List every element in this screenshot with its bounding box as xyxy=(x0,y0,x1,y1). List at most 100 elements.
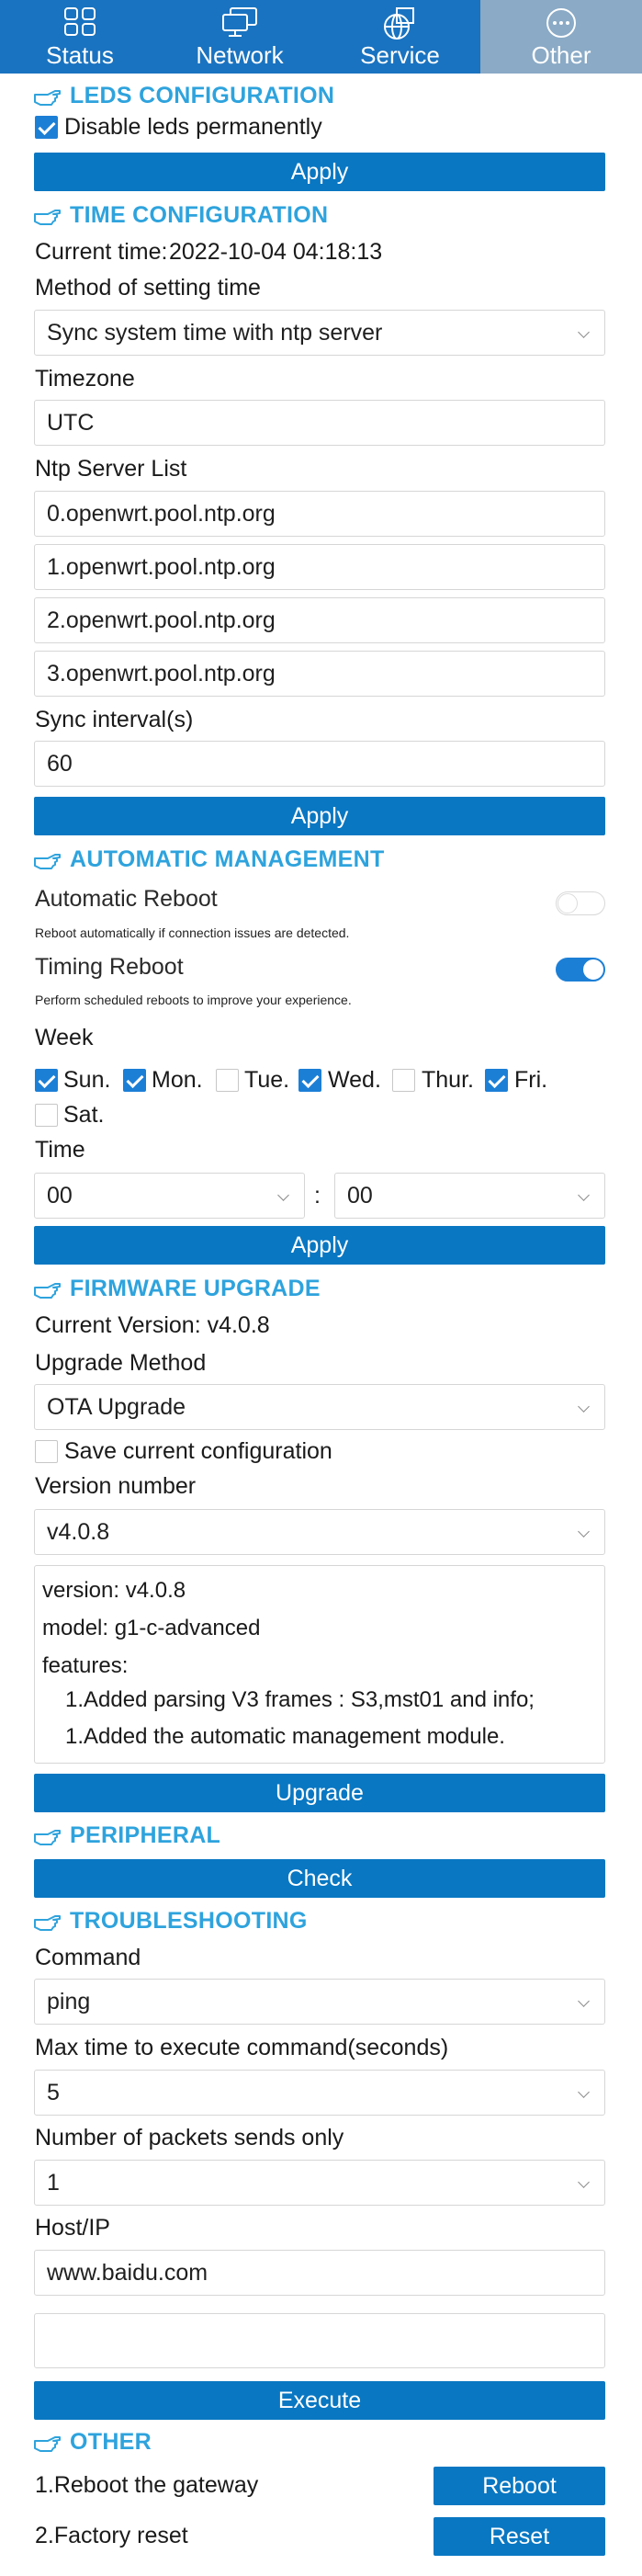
save-config-label: Save current configuration xyxy=(64,1438,332,1464)
max-time-select[interactable]: 5 xyxy=(34,2070,605,2116)
peripheral-check-button[interactable]: Check xyxy=(34,1859,605,1898)
packets-label: Number of packets sends only xyxy=(35,2125,344,2150)
nav-tab-label: Other xyxy=(531,41,591,69)
section-title: FIRMWARE UPGRADE xyxy=(70,1275,321,1301)
packets-select[interactable]: 1 xyxy=(34,2160,605,2206)
day-checkbox-thur[interactable] xyxy=(392,1069,415,1092)
disable-leds-label: Disable leds permanently xyxy=(64,114,322,140)
command-output-box[interactable] xyxy=(34,2313,605,2368)
day-checkbox-sat[interactable] xyxy=(35,1104,58,1127)
current-time-value: 2022-10-04 04:18:13 xyxy=(169,239,383,265)
day-checkbox-wed[interactable] xyxy=(298,1069,321,1092)
ntp-server-list-label: Ntp Server List xyxy=(35,456,187,482)
nav-tab-network[interactable]: Network xyxy=(160,0,320,74)
ntp-server-input-1[interactable]: 1.openwrt.pool.ntp.org xyxy=(34,544,605,590)
time-label: Time xyxy=(35,1137,85,1163)
version-number-label: Version number xyxy=(35,1473,197,1499)
day-label-thur: Thur. xyxy=(422,1067,474,1093)
timing-reboot-label: Timing Reboot xyxy=(35,954,184,980)
ntp-server-input-3[interactable]: 3.openwrt.pool.ntp.org xyxy=(34,651,605,697)
host-ip-input[interactable]: www.baidu.com xyxy=(34,2250,605,2296)
troubleshooting-section-header: TROUBLESHOOTING xyxy=(33,1905,308,1936)
leds-apply-button[interactable]: Apply xyxy=(34,153,605,191)
pointing-hand-icon xyxy=(34,90,61,106)
toggle-knob xyxy=(558,893,578,914)
release-notes-version: version: v4.0.8 xyxy=(42,1578,186,1603)
auto-apply-button[interactable]: Apply xyxy=(34,1226,605,1265)
time-method-select[interactable]: Sync system time with ntp server xyxy=(34,310,605,356)
peripheral-section-header: PERIPHERAL xyxy=(33,1820,220,1851)
pointing-hand-icon xyxy=(34,1283,61,1299)
pointing-hand-icon xyxy=(34,1830,61,1845)
timing-reboot-toggle[interactable] xyxy=(556,958,605,982)
week-label: Week xyxy=(35,1025,94,1050)
service-globe-icon xyxy=(383,7,414,40)
save-config-checkbox[interactable] xyxy=(35,1440,58,1463)
current-time-label: Current time: xyxy=(35,239,168,265)
day-label-sun: Sun. xyxy=(63,1067,111,1093)
automatic-reboot-description: Reboot automatically if connection issue… xyxy=(35,925,350,940)
ntp-server-input-0[interactable]: 0.openwrt.pool.ntp.org xyxy=(34,491,605,537)
reset-button[interactable]: Reset xyxy=(434,2517,605,2556)
upgrade-method-label: Upgrade Method xyxy=(35,1350,207,1376)
nav-tab-status[interactable]: Status xyxy=(0,0,160,74)
max-time-label: Max time to execute command(seconds) xyxy=(35,2035,449,2060)
upgrade-method-select[interactable]: OTA Upgrade xyxy=(34,1384,605,1430)
section-title: AUTOMATIC MANAGEMENT xyxy=(70,845,385,872)
pointing-hand-icon xyxy=(34,854,61,869)
time-apply-button[interactable]: Apply xyxy=(34,797,605,835)
release-notes-features-label: features: xyxy=(42,1653,129,1678)
section-title: OTHER xyxy=(70,2428,152,2455)
sync-interval-input[interactable]: 60 xyxy=(34,741,605,787)
release-notes-item: 1.Added the automatic management module. xyxy=(65,1724,505,1749)
version-number-select[interactable]: v4.0.8 xyxy=(34,1509,605,1555)
execute-button[interactable]: Execute xyxy=(34,2381,605,2420)
release-notes-box: version: v4.0.8 model: g1-c-advanced fea… xyxy=(34,1565,605,1764)
automatic-reboot-label: Automatic Reboot xyxy=(35,886,218,912)
section-title: TIME CONFIGURATION xyxy=(70,201,329,228)
network-monitors-icon xyxy=(222,7,257,37)
hour-select[interactable]: 00 xyxy=(34,1173,305,1219)
nav-tab-other[interactable]: Other xyxy=(480,0,642,74)
reboot-button[interactable]: Reboot xyxy=(434,2467,605,2505)
day-label-sat: Sat. xyxy=(63,1102,105,1128)
ntp-server-input-2[interactable]: 2.openwrt.pool.ntp.org xyxy=(34,597,605,643)
toggle-knob xyxy=(583,959,603,980)
day-checkbox-tue[interactable] xyxy=(216,1069,239,1092)
pointing-hand-icon xyxy=(34,210,61,225)
section-title: TROUBLESHOOTING xyxy=(70,1907,308,1934)
reboot-gateway-label: 1.Reboot the gateway xyxy=(35,2472,259,2498)
pointing-hand-icon xyxy=(34,2436,61,2452)
time-separator: : xyxy=(314,1183,321,1209)
timezone-input[interactable]: UTC xyxy=(34,400,605,446)
day-checkbox-fri[interactable] xyxy=(485,1069,508,1092)
day-label-mon: Mon. xyxy=(152,1067,203,1093)
nav-tab-label: Service xyxy=(360,41,440,69)
day-checkbox-sun[interactable] xyxy=(35,1069,58,1092)
time-method-label: Method of setting time xyxy=(35,275,261,301)
day-label-tue: Tue. xyxy=(244,1067,290,1093)
nav-tab-service[interactable]: Service xyxy=(320,0,480,74)
status-grid-icon xyxy=(64,7,96,36)
release-notes-model: model: g1-c-advanced xyxy=(42,1616,261,1640)
nav-tab-label: Network xyxy=(196,41,284,69)
top-nav-bar: Status Network Service Other xyxy=(0,0,642,74)
day-checkbox-mon[interactable] xyxy=(123,1069,146,1092)
timing-reboot-description: Perform scheduled reboots to improve you… xyxy=(35,993,352,1007)
day-label-fri: Fri. xyxy=(514,1067,548,1093)
timezone-label: Timezone xyxy=(35,366,135,392)
sync-interval-label: Sync interval(s) xyxy=(35,707,194,732)
nav-tab-label: Status xyxy=(46,41,114,69)
day-label-wed: Wed. xyxy=(328,1067,381,1093)
disable-leds-checkbox[interactable] xyxy=(35,116,58,139)
upgrade-button[interactable]: Upgrade xyxy=(34,1774,605,1812)
leds-section-header: LEDS CONFIGURATION xyxy=(33,80,334,111)
minute-select[interactable]: 00 xyxy=(334,1173,605,1219)
factory-reset-label: 2.Factory reset xyxy=(35,2523,188,2548)
pointing-hand-icon xyxy=(34,1915,61,1931)
command-select[interactable]: ping xyxy=(34,1979,605,2025)
other-dots-icon xyxy=(546,8,576,38)
host-ip-label: Host/IP xyxy=(35,2215,110,2241)
command-label: Command xyxy=(35,1945,141,1970)
automatic-reboot-toggle[interactable] xyxy=(556,891,605,915)
